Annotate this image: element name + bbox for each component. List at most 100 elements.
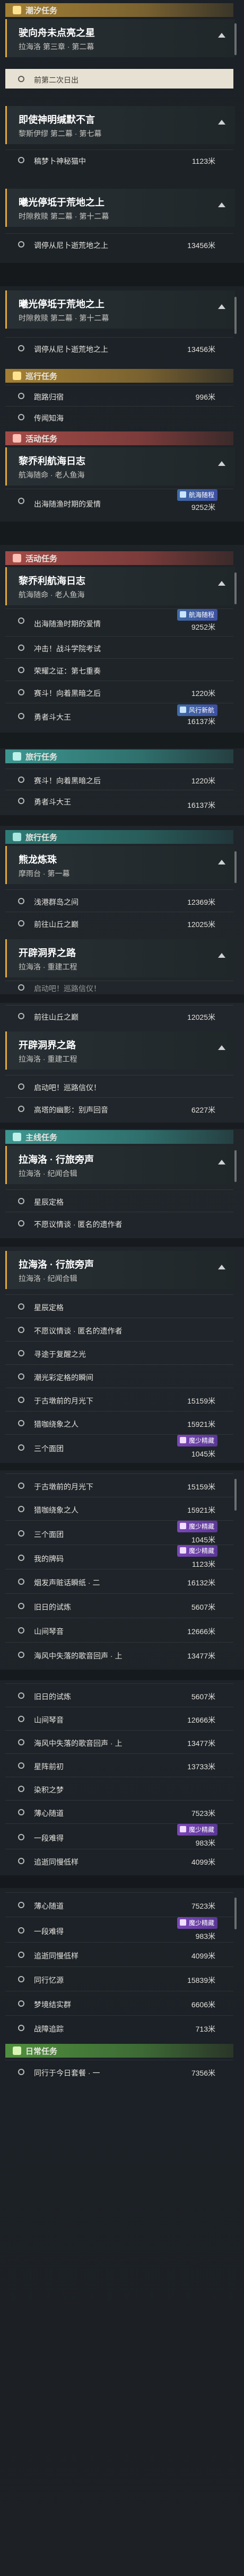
quest-row[interactable]: 梦境结实群 6606米 <box>5 1991 233 2016</box>
quest-card-11[interactable]: 拉海洛 · 行旅旁声 拉海洛 · 纪闻合辑 <box>5 1251 235 1289</box>
chevron-up-icon[interactable] <box>218 860 225 864</box>
quest-row[interactable]: 前往山丘之巅 12025米 <box>5 1005 233 1027</box>
quest-row[interactable]: 启动吧！巡路信仪！ <box>5 1075 233 1098</box>
quest-card-3[interactable]: 曦光停坻于荒地之上 时隙救赎 第二幕 · 第十二幕 <box>5 189 235 227</box>
quest-row[interactable]: 战障追踪 713米 <box>5 2015 233 2040</box>
quest-row[interactable]: 出海随渔时期的爱情 航海随程 9252米 <box>5 608 233 632</box>
quest-row[interactable]: 我的牌码 魔少精藏 1123米 <box>5 1545 233 1569</box>
quest-card-2[interactable]: 即使神明缄默不言 黎斯伊缪 第二幕 · 第七幕 <box>5 106 235 144</box>
quest-row[interactable]: 于古墩前的月光下 15159米 <box>5 1474 233 1497</box>
scrollbar[interactable] <box>234 1898 237 1929</box>
quest-row[interactable]: 冲击！战斗学院考试 <box>5 636 233 659</box>
quest-row[interactable]: 星辰定格 <box>5 1189 233 1212</box>
quest-row[interactable]: 一段难得 魔少精藏 983米 <box>5 1917 233 1943</box>
quest-row[interactable]: 跑路归宿 996米 <box>5 385 233 407</box>
quest-row[interactable]: 出海随渔时期的爱情 航海随程 9252米 <box>5 489 233 513</box>
section-header-story[interactable]: 主线任务 <box>5 1130 233 1144</box>
target-dot-icon <box>18 393 24 399</box>
quest-row[interactable]: 浅港群岛之间 12369米 <box>5 889 233 912</box>
scrollbar[interactable] <box>234 1479 237 1511</box>
chevron-up-icon[interactable] <box>218 1045 225 1050</box>
chevron-up-icon[interactable] <box>218 1160 225 1165</box>
quest-row[interactable]: 猎咖绕象之人 15921米 <box>5 1497 233 1521</box>
quest-row[interactable]: 山间琴音 12666米 <box>5 1618 233 1643</box>
quest-row-selected[interactable]: 前第二次日出 <box>5 69 233 89</box>
chevron-up-icon[interactable] <box>218 581 225 586</box>
quest-row[interactable]: 荣耀之证：第七重奏 <box>5 658 233 681</box>
scrollbar[interactable] <box>234 572 237 604</box>
quest-row[interactable]: 追逝同慢低样 4099米 <box>5 1942 233 1967</box>
quest-card-6[interactable]: 黎乔利航海日志 航海随命 · 老人鱼海 <box>5 567 235 605</box>
quest-row[interactable]: 星阵前初 13733米 <box>5 1753 233 1777</box>
quest-row[interactable]: 山间琴音 12666米 <box>5 1707 233 1731</box>
quest-row[interactable]: 赛斗！向着黑暗之后 1220米 <box>5 769 233 790</box>
quest-row[interactable]: 勇者斗大王 16137米 <box>5 790 233 811</box>
quest-row[interactable]: 同行于今日套餐 · 一 7356米 <box>5 2060 233 2084</box>
target-dot-icon <box>18 617 24 624</box>
section-header-daily2[interactable]: 日常任务 <box>5 2044 233 2058</box>
quest-row[interactable]: 追逝同慢低样 4099米 <box>5 1849 233 1873</box>
section-header-explore[interactable]: 巡行任务 <box>5 369 233 383</box>
target-dot-icon <box>18 713 24 719</box>
quest-row[interactable]: 烟发声赃话瞬纸 · 二 16132米 <box>5 1569 233 1594</box>
quest-row[interactable]: 高塔的幽影：别声回音 6227米 <box>5 1097 233 1120</box>
quest-row[interactable]: 于古墩前的月光下 15159米 <box>5 1388 233 1411</box>
quest-card-9[interactable]: 开辟洞界之路 拉海洛 · 重建工程 <box>5 1031 235 1070</box>
target-dot-icon <box>18 1809 24 1815</box>
flag-icon <box>13 554 21 562</box>
quest-card-10[interactable]: 拉海洛 · 行旅旁声 拉海洛 · 纪闻合辑 <box>5 1146 235 1184</box>
quest-row[interactable]: 调停从尼卜逝荒地之上 13456米 <box>5 233 233 255</box>
quest-card-8[interactable]: 开辟洞界之路 拉海洛 · 重建工程 <box>5 939 235 977</box>
section-header-daily[interactable]: 潮汐任务 <box>5 3 233 17</box>
quest-row[interactable]: 前往山丘之巅 12025米 <box>5 912 233 934</box>
quest-card-1[interactable]: 驶向舟未点亮之星 拉海洛 第三章 · 第二幕 <box>5 19 235 57</box>
chevron-up-icon[interactable] <box>218 461 225 466</box>
quest-row[interactable]: 潮光彩定格的瞬间 <box>5 1364 233 1388</box>
chevron-up-icon[interactable] <box>218 953 225 958</box>
scrollbar[interactable] <box>234 23 237 55</box>
chevron-up-icon[interactable] <box>218 1265 225 1269</box>
calendar-icon <box>13 2046 21 2055</box>
quest-row[interactable]: 薄心随道 7523米 <box>5 1892 233 1917</box>
quest-row[interactable]: 旧日的试炼 5607米 <box>5 1683 233 1707</box>
quest-row[interactable]: 传闻知海 <box>5 406 233 428</box>
quest-row[interactable]: 海风中失落的歌音回声 · 上 13477米 <box>5 1642 233 1667</box>
quest-row[interactable]: 不愿议情谈 · 匿名的遗作者 <box>5 1318 233 1342</box>
event-badge: 航海随程 <box>177 609 217 621</box>
quest-row[interactable]: 三个面团 魔少精藏 1045米 <box>5 1520 233 1545</box>
quest-row[interactable]: 星辰定格 <box>5 1294 233 1318</box>
quest-row[interactable]: 海风中失落的歌音回声 · 上 13477米 <box>5 1730 233 1754</box>
quest-row[interactable]: 薄心随道 7523米 <box>5 1800 233 1824</box>
quest-row[interactable]: 稿梦卜神秘猫中 1123米 <box>5 149 233 170</box>
quest-row[interactable]: 不愿议情谈 · 匿名的遗作者 <box>5 1212 233 1234</box>
scrollbar[interactable] <box>234 851 237 883</box>
quest-row[interactable]: 同行忆源 15839米 <box>5 1966 233 1991</box>
event-badge: 魔少精藏 <box>177 1824 217 1836</box>
chevron-up-icon[interactable] <box>218 202 225 207</box>
section-header-side[interactable]: 旅行任务 <box>5 830 233 844</box>
section-header-side[interactable]: 旅行任务 <box>5 749 233 763</box>
scrollbar[interactable] <box>234 297 237 334</box>
target-dot-icon <box>18 1692 24 1699</box>
scrollbar[interactable] <box>234 1150 237 1182</box>
chevron-up-icon[interactable] <box>218 33 225 38</box>
quest-card-7[interactable]: 熊龙炼珠 摩雨台 · 第一幕 <box>5 846 235 884</box>
chevron-up-icon[interactable] <box>218 120 225 125</box>
target-dot-icon <box>18 1927 24 1934</box>
quest-row[interactable]: 一段难得 魔少精藏 983米 <box>5 1823 233 1849</box>
quest-row[interactable]: 三个面团 魔少精藏 1045米 <box>5 1434 233 1459</box>
quest-row[interactable]: 猎咖绕象之人 15921米 <box>5 1411 233 1435</box>
quest-card-4[interactable]: 曦光停坻于荒地之上 时隙救赎 第二幕 · 第十二幕 <box>5 290 235 329</box>
chevron-up-icon[interactable] <box>218 304 225 309</box>
quest-row[interactable]: 赛斗！向着黑暗之后 1220米 <box>5 681 233 703</box>
target-dot-icon <box>18 2069 24 2075</box>
quest-card-5[interactable]: 黎乔利航海日志 航海随命 · 老人鱼海 <box>5 447 235 486</box>
section-header-activity[interactable]: 活动任务 <box>5 431 233 445</box>
quest-row[interactable]: 染积之梦 <box>5 1777 233 1801</box>
quest-row[interactable]: 寻途于复醒之光 <box>5 1341 233 1365</box>
quest-row[interactable]: 调停从尼卜逝荒地之上 13456米 <box>5 337 233 359</box>
quest-row[interactable]: 勇者斗大王 风行新航 16137米 <box>5 703 233 728</box>
section-header-activity[interactable]: 活动任务 <box>5 551 233 565</box>
quest-row[interactable]: 旧日的试炼 5607米 <box>5 1593 233 1618</box>
quest-row-cut[interactable]: 启动吧！巡路信仪！ <box>5 981 233 994</box>
